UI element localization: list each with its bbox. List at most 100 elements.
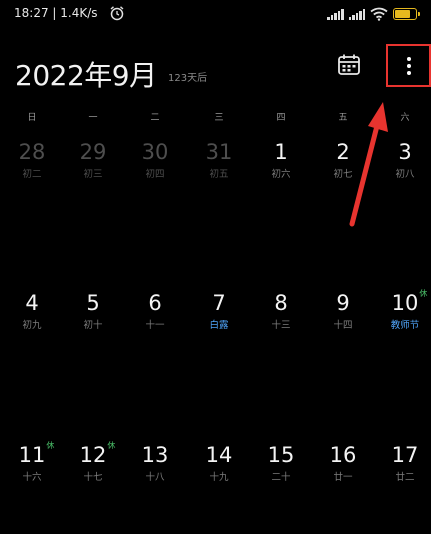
status-icons (327, 7, 420, 21)
lunar-date: 初三 (83, 169, 103, 180)
day-number-text: 7 (212, 291, 226, 315)
day-cell[interactable]: 4 初九 (4, 291, 60, 331)
lunar-date: 十七 (83, 472, 103, 483)
lunar-date: 十九 (209, 472, 229, 483)
day-number-text: 5 (86, 291, 100, 315)
day-number-text: 17 (391, 443, 419, 467)
signal-1-icon (327, 8, 344, 20)
day-number-text: 13 (141, 443, 169, 467)
day-cell[interactable]: 14 十九 (191, 443, 247, 483)
weekday-label: 一 (88, 113, 98, 123)
day-number: 10 休 (391, 289, 428, 315)
weekday-label: 五 (338, 113, 348, 123)
day-number: 1 (274, 140, 287, 164)
day-cell[interactable]: 15 二十 (253, 443, 309, 483)
day-cell[interactable]: 2 初七 (315, 140, 371, 180)
day-cell[interactable]: 11 休十六 (4, 441, 60, 483)
lunar-date: 廿一 (333, 472, 353, 483)
lunar-date: 十六 (22, 472, 42, 483)
weekday-header: 日一二三四五六 (0, 110, 431, 126)
day-number-text: 11 (18, 443, 46, 467)
holiday-badge: 休 (419, 289, 428, 298)
day-cell[interactable]: 31 初五 (191, 140, 247, 180)
day-number: 16 (330, 443, 357, 467)
wifi-icon (370, 7, 388, 21)
lunar-date: 十八 (145, 472, 165, 483)
day-cell[interactable]: 29 初三 (65, 140, 121, 180)
lunar-date: 初八 (395, 169, 415, 180)
day-number: 28 (19, 140, 46, 164)
lunar-date: 十四 (333, 320, 353, 331)
day-cell[interactable]: 30 初四 (127, 140, 183, 180)
weekday-label: 日 (27, 113, 37, 123)
day-number-text: 1 (274, 140, 288, 164)
signal-2-icon (348, 8, 365, 20)
weekday-label: 四 (276, 113, 286, 123)
day-number: 11 休 (18, 441, 55, 467)
festival-label: 教师节 (390, 320, 420, 331)
weekday-label: 三 (214, 113, 224, 123)
day-number-text: 6 (148, 291, 162, 315)
day-number: 6 (148, 291, 161, 315)
day-number-text: 28 (18, 140, 46, 164)
day-cell[interactable]: 17 廿二 (377, 443, 431, 483)
status-bar: 18:27 | 1.4K/s (0, 0, 431, 30)
day-number-text: 2 (336, 140, 350, 164)
day-number: 4 (25, 291, 38, 315)
day-number: 30 (142, 140, 169, 164)
day-number-text: 15 (267, 443, 295, 467)
lunar-date: 廿二 (395, 472, 415, 483)
day-cell[interactable]: 28 初二 (4, 140, 60, 180)
day-cell[interactable]: 16 廿一 (315, 443, 371, 483)
day-number: 31 (206, 140, 233, 164)
calendar-today-icon[interactable] (336, 52, 362, 78)
days-until-label: 123天后 (168, 73, 208, 84)
status-time: 18:27 | 1.4K/s (14, 6, 98, 20)
day-number-text: 9 (336, 291, 350, 315)
day-cell[interactable]: 1 初六 (253, 140, 309, 180)
day-number: 15 (268, 443, 295, 467)
lunar-date: 初四 (145, 169, 165, 180)
day-number: 5 (86, 291, 99, 315)
lunar-date: 初九 (22, 320, 42, 331)
day-number: 8 (274, 291, 287, 315)
day-cell[interactable]: 12 休十七 (65, 441, 121, 483)
day-cell[interactable]: 10 休教师节 (377, 289, 431, 331)
lunar-date: 初十 (83, 320, 103, 331)
day-number-text: 8 (274, 291, 288, 315)
lunar-date: 十一 (145, 320, 165, 331)
lunar-date: 二十 (271, 472, 291, 483)
month-title[interactable]: 2022年9月 (15, 54, 157, 94)
day-cell[interactable]: 9 十四 (315, 291, 371, 331)
day-number: 3 (398, 140, 411, 164)
day-number-text: 29 (79, 140, 107, 164)
day-cell[interactable]: 5 初十 (65, 291, 121, 331)
lunar-date: 初二 (22, 169, 42, 180)
day-number-text: 14 (205, 443, 233, 467)
day-number: 17 (392, 443, 419, 467)
day-number: 14 (206, 443, 233, 467)
alarm-icon (110, 6, 124, 21)
day-number-text: 3 (398, 140, 412, 164)
day-number-text: 31 (205, 140, 233, 164)
battery-icon (393, 8, 420, 20)
day-number-text: 12 (79, 443, 107, 467)
weekday-label: 六 (400, 113, 410, 123)
day-number-text: 10 (391, 291, 419, 315)
day-number: 2 (336, 140, 349, 164)
day-cell[interactable]: 3 初八 (377, 140, 431, 180)
day-number: 13 (142, 443, 169, 467)
annotation-highlight-box (386, 44, 431, 87)
day-number: 29 (80, 140, 107, 164)
day-cell[interactable]: 8 十三 (253, 291, 309, 331)
lunar-date: 初五 (209, 169, 229, 180)
day-cell[interactable]: 7 白露 (191, 291, 247, 331)
festival-label: 白露 (209, 320, 229, 331)
lunar-date: 初七 (333, 169, 353, 180)
day-number-text: 4 (25, 291, 39, 315)
holiday-badge: 休 (46, 441, 55, 450)
day-cell[interactable]: 6 十一 (127, 291, 183, 331)
lunar-date: 初六 (271, 169, 291, 180)
day-cell[interactable]: 13 十八 (127, 443, 183, 483)
day-number: 9 (336, 291, 349, 315)
